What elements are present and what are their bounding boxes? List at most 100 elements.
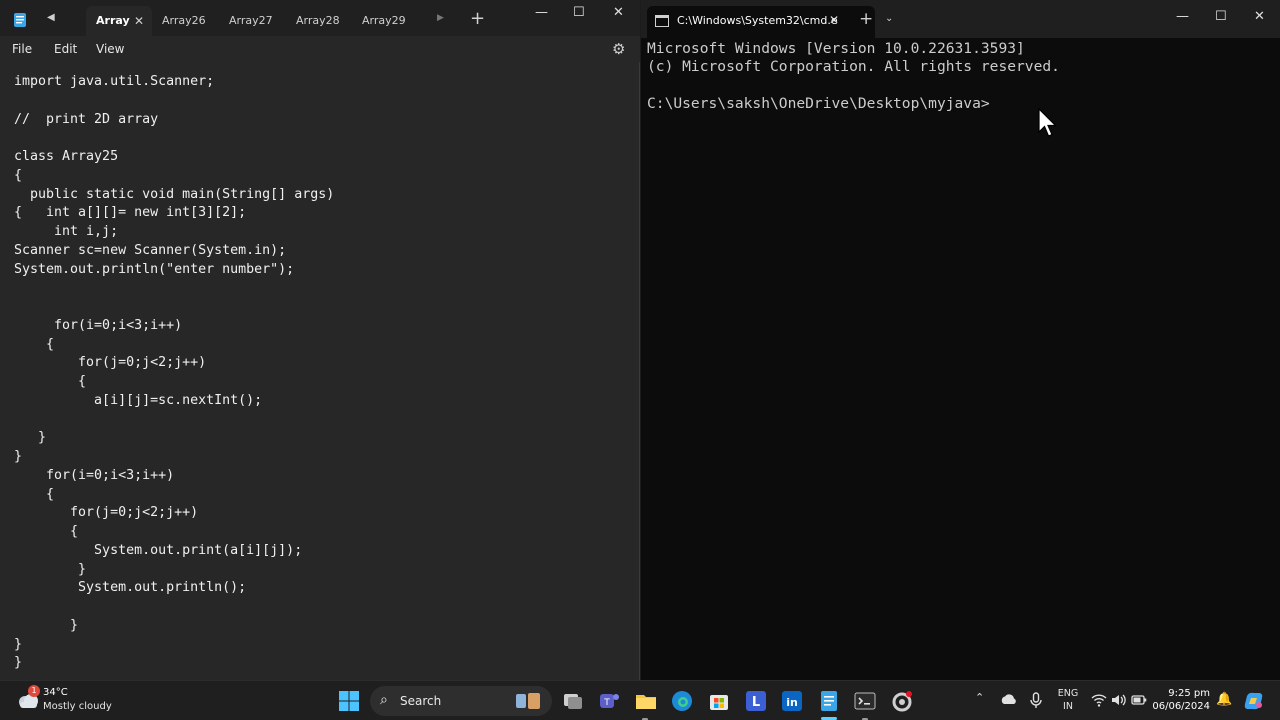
tab-scroll-right-icon[interactable]: ▶ — [437, 13, 444, 23]
linkedin-icon[interactable]: in — [780, 689, 804, 713]
code-line: { int a[][]= new int[3][2]; — [14, 205, 247, 221]
code-line: { — [14, 374, 87, 389]
volume-icon[interactable] — [1110, 691, 1128, 709]
file-explorer-icon[interactable] — [634, 689, 658, 713]
code-line: { — [14, 167, 23, 183]
code-line: class Array25 — [14, 149, 119, 164]
terminal-taskbar-icon[interactable] — [853, 689, 877, 713]
tab-label: Array27 — [229, 14, 273, 27]
teams-icon[interactable]: T — [597, 689, 621, 713]
search-icon: ⌕ — [380, 692, 388, 708]
system-clock[interactable]: 9:25 pm 06/06/2024 — [1150, 687, 1210, 713]
code-line: System.out.println("enter number"); — [14, 261, 295, 277]
code-editor[interactable]: import java.util.Scanner; // print 2D arr… — [14, 74, 634, 674]
chevron-down-icon[interactable]: ⌄ — [885, 13, 893, 24]
weather-badge: 1 — [28, 685, 40, 697]
edge-icon[interactable] — [670, 689, 694, 713]
tab-array29[interactable]: Array29 — [352, 6, 418, 36]
search-label: Search — [400, 694, 442, 708]
code-line: { — [14, 524, 79, 539]
battery-icon[interactable] — [1130, 691, 1148, 709]
taskbar-search[interactable]: ⌕ Search — [370, 686, 552, 716]
minimize-icon[interactable]: — — [535, 5, 548, 20]
tab-label: Array28 — [296, 14, 340, 27]
onedrive-icon[interactable] — [1000, 691, 1018, 709]
code-line: for(i=0;i<3;i++) — [14, 467, 175, 483]
windows-start-icon[interactable] — [337, 689, 361, 713]
notepad-taskbar-icon[interactable] — [817, 689, 841, 713]
microphone-icon[interactable] — [1027, 691, 1045, 709]
weather-temperature[interactable]: 34°C — [43, 687, 68, 698]
terminal-tab-cmd[interactable]: C:\Windows\System32\cmd.e ✕ — [647, 6, 875, 38]
show-hidden-icons[interactable]: ⌃ — [975, 691, 984, 704]
code-line: for(i=0;i<3;i++) — [14, 317, 183, 333]
weather-description[interactable]: Mostly cloudy — [43, 701, 112, 712]
code-line: { — [14, 486, 55, 502]
clock-date: 06/06/2024 — [1152, 701, 1210, 712]
tab-scroll-left-icon[interactable]: ◀ — [47, 12, 55, 23]
code-line: public static void main(String[] args) — [14, 186, 335, 202]
code-line: { — [14, 336, 55, 352]
code-line: Scanner sc=new Scanner(System.in); — [14, 242, 287, 258]
gear-icon[interactable]: ⚙ — [612, 40, 625, 58]
tab-label: Array — [96, 14, 130, 27]
code-line: } — [14, 561, 87, 577]
close-tab-icon[interactable]: ✕ — [134, 6, 144, 36]
new-tab-icon[interactable]: + — [470, 8, 485, 29]
language-indicator[interactable]: ENG IN — [1057, 687, 1079, 713]
maximize-icon[interactable]: ☐ — [1215, 9, 1227, 24]
taskbar: 1 34°C Mostly cloudy ⌕ Search T L in ⌃ E… — [0, 680, 1280, 720]
code-line: } — [14, 617, 79, 633]
maximize-icon[interactable]: ☐ — [573, 5, 585, 20]
menu-file[interactable]: File — [12, 42, 32, 56]
wifi-icon[interactable] — [1090, 691, 1108, 709]
terminal-line: C:\Users\saksh\OneDrive\Desktop\myjava> — [647, 94, 990, 112]
menu-view[interactable]: View — [96, 42, 124, 56]
code-line: System.out.println(); — [14, 580, 247, 596]
notepad-tab-bar: ◀ Array ✕ Array26 Array27 Array28 Array2… — [0, 0, 640, 36]
code-line: } — [14, 449, 23, 464]
code-line: for(j=0;j<2;j++) — [14, 355, 207, 371]
tab-array[interactable]: Array ✕ — [86, 6, 152, 36]
code-line: a[i][j]=sc.nextInt(); — [14, 392, 263, 408]
search-highlight-icon — [516, 693, 540, 709]
terminal-line: Microsoft Windows [Version 10.0.22631.35… — [647, 40, 1025, 57]
svg-text:L: L — [752, 695, 760, 710]
code-line: } — [14, 636, 23, 652]
store-icon[interactable] — [707, 689, 731, 713]
terminal-tab-bar: C:\Windows\System32\cmd.e ✕ + ⌄ — ☐ ✕ — [641, 0, 1280, 38]
tab-label: Array26 — [162, 14, 206, 27]
terminal-line: (c) Microsoft Corporation. All rights re… — [647, 58, 1060, 76]
code-line: // print 2D array — [14, 111, 159, 127]
terminal-output[interactable]: Microsoft Windows [Version 10.0.22631.35… — [647, 40, 1267, 660]
settings-taskbar-icon[interactable] — [890, 689, 914, 713]
lightshot-icon[interactable]: L — [744, 689, 768, 713]
close-icon[interactable]: ✕ — [613, 5, 624, 20]
language-code: ENG — [1057, 688, 1079, 699]
close-icon[interactable]: ✕ — [1254, 9, 1265, 24]
new-tab-icon[interactable]: + — [859, 9, 873, 29]
minimize-icon[interactable]: — — [1176, 9, 1189, 24]
tab-array28[interactable]: Array28 — [286, 6, 352, 36]
notepad-window: ◀ Array ✕ Array26 Array27 Array28 Array2… — [0, 0, 640, 680]
code-line: int i,j; — [14, 224, 119, 239]
task-view-icon[interactable] — [561, 689, 585, 713]
code-line: System.out.print(a[i][j]); — [14, 542, 303, 558]
tab-array27[interactable]: Array27 — [219, 6, 285, 36]
close-tab-icon[interactable]: ✕ — [829, 13, 839, 27]
clock-time: 9:25 pm — [1168, 688, 1210, 699]
svg-text:in: in — [786, 696, 798, 709]
notepad-menu-bar: File Edit View ⚙ — [0, 36, 640, 62]
notepad-app-icon — [14, 13, 26, 27]
code-line: } — [14, 430, 47, 446]
tab-label: Array29 — [362, 14, 406, 27]
menu-edit[interactable]: Edit — [54, 42, 77, 56]
language-region: IN — [1063, 701, 1073, 712]
mouse-pointer-icon — [1038, 108, 1057, 137]
terminal-tab-title: C:\Windows\System32\cmd.e — [677, 14, 838, 27]
notification-bell-icon[interactable]: 🔔 — [1216, 692, 1232, 707]
copilot-icon[interactable] — [1243, 690, 1265, 712]
tab-array26[interactable]: Array26 — [152, 6, 218, 36]
code-line: for(j=0;j<2;j++) — [14, 505, 199, 521]
code-line: import java.util.Scanner; — [14, 74, 215, 89]
